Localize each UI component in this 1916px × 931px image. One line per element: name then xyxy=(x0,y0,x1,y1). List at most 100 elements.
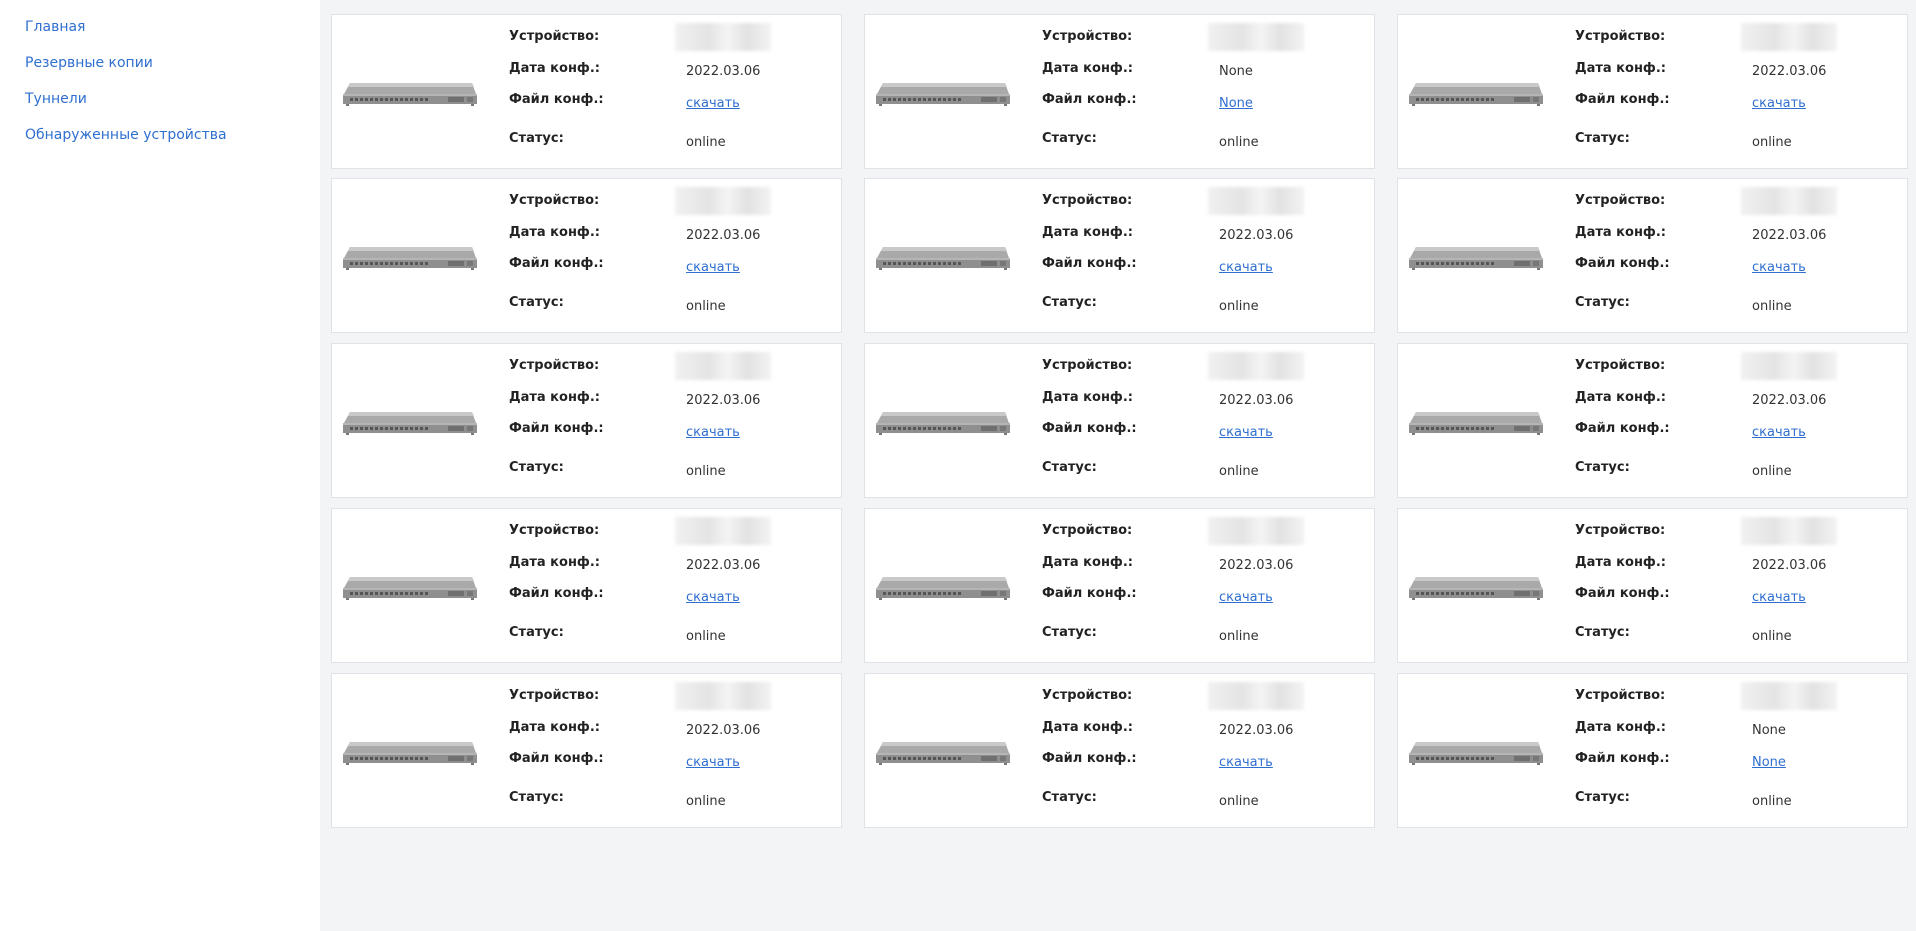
device-label: Устройство: xyxy=(1042,193,1133,208)
config-file-link[interactable]: скачать xyxy=(1752,425,1806,440)
status-value: online xyxy=(1752,794,1792,809)
network-switch-icon xyxy=(343,742,477,765)
config-date-value: 2022.03.06 xyxy=(686,228,761,243)
config-file-link[interactable]: скачать xyxy=(1752,260,1806,275)
status-label: Статус: xyxy=(1575,295,1630,310)
config-date-label: Дата конф.: xyxy=(509,61,600,76)
config-date-value: 2022.03.06 xyxy=(686,723,761,738)
device-label: Устройство: xyxy=(1042,358,1133,373)
config-file-link[interactable]: скачать xyxy=(686,96,740,111)
config-date-label: Дата конф.: xyxy=(1575,720,1666,735)
device-label: Устройство: xyxy=(1042,29,1133,44)
config-file-link[interactable]: скачать xyxy=(1752,96,1806,111)
config-file-link[interactable]: скачать xyxy=(686,425,740,440)
device-name-redacted xyxy=(675,187,771,215)
config-file-label: Файл конф.: xyxy=(509,421,604,436)
nav-tunnels[interactable]: Туннели xyxy=(25,91,87,107)
config-date-value: 2022.03.06 xyxy=(686,558,761,573)
device-name-redacted xyxy=(1741,682,1837,710)
sidebar: Главная Резервные копии Туннели Обнаруже… xyxy=(0,0,320,931)
status-label: Статус: xyxy=(1575,625,1630,640)
config-file-link[interactable]: None xyxy=(1219,96,1253,111)
config-file-label: Файл конф.: xyxy=(509,586,604,601)
status-label: Статус: xyxy=(1575,790,1630,805)
status-label: Статус: xyxy=(1042,790,1097,805)
config-date-value: 2022.03.06 xyxy=(1752,558,1827,573)
device-card: Устройство: Дата конф.: 2022.03.06 Файл … xyxy=(1397,14,1908,169)
device-card: Устройство: Дата конф.: 2022.03.06 Файл … xyxy=(331,14,842,169)
config-file-link[interactable]: скачать xyxy=(686,755,740,770)
config-file-link[interactable]: скачать xyxy=(1219,260,1273,275)
device-card: Устройство: Дата конф.: 2022.03.06 Файл … xyxy=(1397,178,1908,333)
config-file-link[interactable]: скачать xyxy=(1219,425,1273,440)
config-file-link[interactable]: скачать xyxy=(1219,755,1273,770)
device-label: Устройство: xyxy=(1575,29,1666,44)
device-name-redacted xyxy=(1741,352,1837,380)
status-value: online xyxy=(1219,794,1259,809)
device-grid: Устройство: Дата конф.: 2022.03.06 Файл … xyxy=(320,0,1916,931)
config-file-link[interactable]: None xyxy=(1752,755,1786,770)
config-file-link[interactable]: скачать xyxy=(686,260,740,275)
device-name-redacted xyxy=(1741,23,1837,51)
config-file-label: Файл конф.: xyxy=(509,92,604,107)
status-value: online xyxy=(1219,135,1259,150)
device-name-redacted xyxy=(1208,187,1304,215)
status-value: online xyxy=(686,135,726,150)
config-date-value: 2022.03.06 xyxy=(1752,228,1827,243)
status-label: Статус: xyxy=(1575,460,1630,475)
status-label: Статус: xyxy=(1042,625,1097,640)
device-card: Устройство: Дата конф.: None Файл конф.:… xyxy=(1397,673,1908,828)
config-date-label: Дата конф.: xyxy=(1042,720,1133,735)
device-name-redacted xyxy=(1208,682,1304,710)
config-date-value: None xyxy=(1752,723,1786,738)
status-label: Статус: xyxy=(1042,295,1097,310)
device-label: Устройство: xyxy=(1042,523,1133,538)
status-value: online xyxy=(1752,629,1792,644)
config-date-value: 2022.03.06 xyxy=(1752,393,1827,408)
network-switch-icon xyxy=(343,577,477,600)
nav-discovered-devices[interactable]: Обнаруженные устройства xyxy=(25,127,227,143)
device-card: Устройство: Дата конф.: 2022.03.06 Файл … xyxy=(331,343,842,498)
config-date-label: Дата конф.: xyxy=(509,390,600,405)
network-switch-icon xyxy=(876,742,1010,765)
device-label: Устройство: xyxy=(509,29,600,44)
device-card: Устройство: Дата конф.: 2022.03.06 Файл … xyxy=(331,508,842,663)
config-file-label: Файл конф.: xyxy=(1575,586,1670,601)
device-label: Устройство: xyxy=(1575,358,1666,373)
network-switch-icon xyxy=(876,247,1010,270)
status-label: Статус: xyxy=(509,460,564,475)
network-switch-icon xyxy=(343,247,477,270)
status-value: online xyxy=(1752,464,1792,479)
device-name-redacted xyxy=(1208,517,1304,545)
config-file-label: Файл конф.: xyxy=(1575,751,1670,766)
device-label: Устройство: xyxy=(1575,193,1666,208)
device-card: Устройство: Дата конф.: None Файл конф.:… xyxy=(864,14,1375,169)
config-file-link[interactable]: скачать xyxy=(1219,590,1273,605)
config-date-label: Дата конф.: xyxy=(1575,61,1666,76)
config-date-value: 2022.03.06 xyxy=(1219,723,1294,738)
device-name-redacted xyxy=(1208,352,1304,380)
network-switch-icon xyxy=(1409,247,1543,270)
network-switch-icon xyxy=(343,412,477,435)
status-value: online xyxy=(1219,299,1259,314)
status-label: Статус: xyxy=(509,295,564,310)
device-name-redacted xyxy=(675,517,771,545)
config-date-label: Дата конф.: xyxy=(1042,390,1133,405)
device-name-redacted xyxy=(1741,187,1837,215)
config-file-label: Файл конф.: xyxy=(1042,751,1137,766)
nav-home[interactable]: Главная xyxy=(25,19,85,35)
status-value: online xyxy=(686,794,726,809)
nav-backups[interactable]: Резервные копии xyxy=(25,55,153,71)
config-date-label: Дата конф.: xyxy=(1575,555,1666,570)
config-date-label: Дата конф.: xyxy=(1575,390,1666,405)
device-name-redacted xyxy=(675,352,771,380)
config-file-link[interactable]: скачать xyxy=(686,590,740,605)
config-file-label: Файл конф.: xyxy=(1042,586,1137,601)
network-switch-icon xyxy=(1409,83,1543,106)
config-file-label: Файл конф.: xyxy=(1575,256,1670,271)
status-value: online xyxy=(686,629,726,644)
config-file-label: Файл конф.: xyxy=(509,256,604,271)
device-card: Устройство: Дата конф.: 2022.03.06 Файл … xyxy=(864,508,1375,663)
config-file-link[interactable]: скачать xyxy=(1752,590,1806,605)
config-file-label: Файл конф.: xyxy=(1042,256,1137,271)
